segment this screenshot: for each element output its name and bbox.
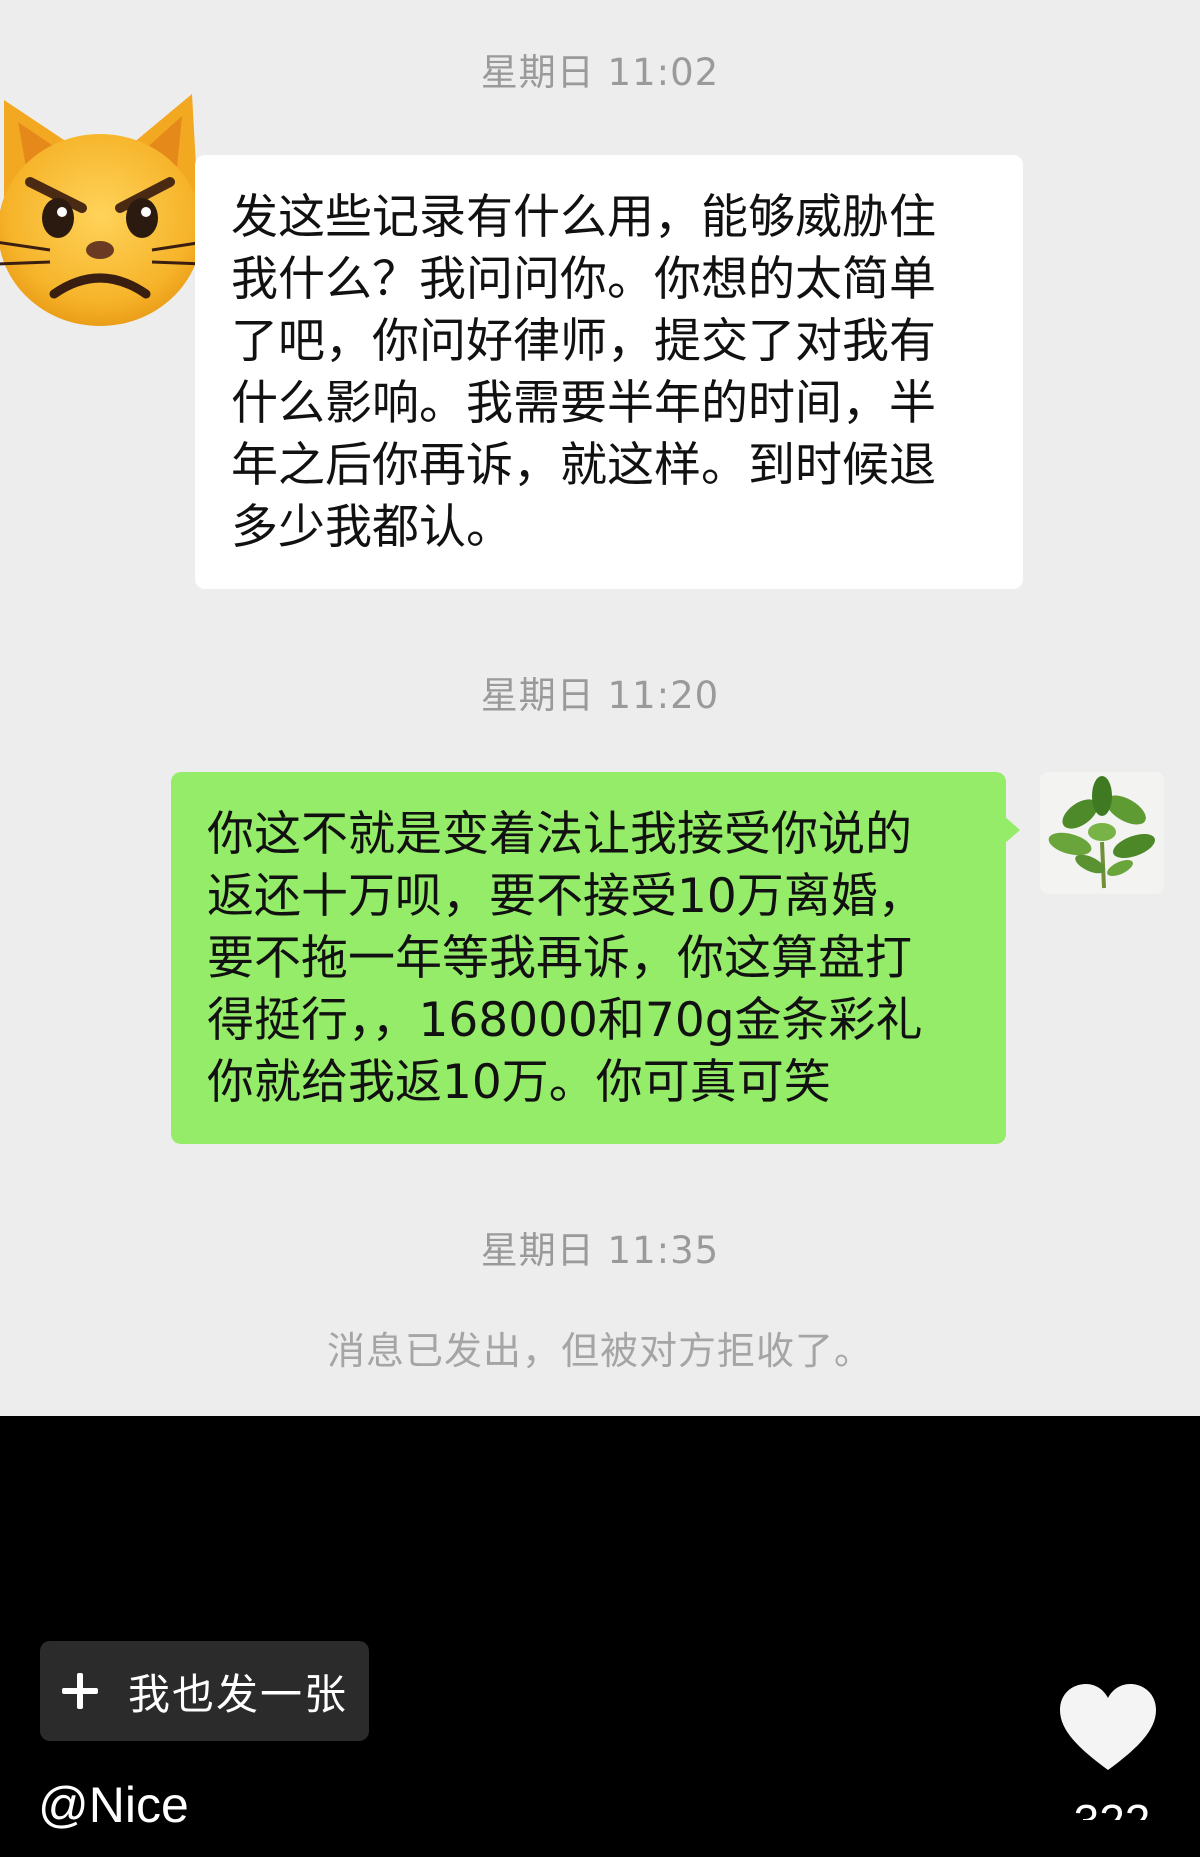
angry-cat-avatar-icon[interactable] — [0, 82, 212, 332]
message-line: 要不拖一年等我再诉，你这算盘打 — [207, 931, 912, 986]
message-line: 什么影响。我需要半年的时间，半 — [231, 376, 936, 431]
message-line: 你就给我返10万。你可真可笑 — [207, 1055, 831, 1110]
like-count: 322 — [1072, 1790, 1152, 1820]
message-line: 年之后你再诉，就这样。到时候退 — [231, 438, 936, 493]
timestamp: 星期日 11:35 — [480, 1229, 720, 1272]
plant-avatar-icon[interactable] — [1040, 772, 1164, 894]
message-line: 多少我都认。 — [231, 500, 513, 555]
heart-icon[interactable] — [1058, 1682, 1158, 1774]
outgoing-message-bubble[interactable]: 你这不就是变着法让我接受你说的 返还十万呗，要不接受10万离婚， 要不拖一年等我… — [171, 772, 1020, 1144]
post-one-too-button[interactable]: 我也发一张 — [40, 1641, 369, 1741]
incoming-message-bubble[interactable]: 发这些记录有什么用，能够威胁住 我什么？我问问你。你想的太简单 了吧，你问好律师… — [195, 155, 1023, 589]
username[interactable]: @Nice — [38, 1776, 189, 1834]
chat-screenshot: 星期日 11:02 发这些记录有什么用，能够威胁住 我什么？我问问你。你想的太简… — [0, 0, 1200, 1416]
message-line: 我什么？我问问你。你想的太简单 — [231, 252, 936, 307]
message-line: 得挺行，，168000和70g金条彩礼 — [207, 993, 923, 1048]
message-line: 返还十万呗，要不接受10万离婚， — [207, 869, 925, 924]
timestamp: 星期日 11:20 — [480, 674, 720, 717]
plus-icon — [62, 1673, 98, 1709]
post-button-label: 我也发一张 — [128, 1669, 349, 1719]
message-line: 发这些记录有什么用，能够威胁住 — [231, 190, 936, 245]
message-rejected-notice: 消息已发出，但被对方拒收了。 — [326, 1329, 873, 1373]
message-line: 了吧，你问好律师，提交了对我有 — [231, 314, 936, 369]
message-line: 你这不就是变着法让我接受你说的 — [207, 807, 912, 862]
